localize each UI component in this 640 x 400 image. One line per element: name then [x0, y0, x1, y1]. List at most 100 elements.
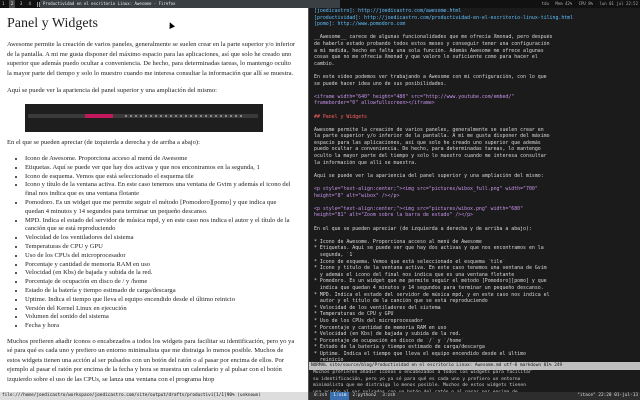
tag-3[interactable]: 3 — [18, 0, 24, 8]
editor-line[interactable]: * Porcentaje y cantidad de memoria RAM e… — [309, 325, 640, 332]
widget-clock[interactable]: lun 01 jul 22:52 — [599, 1, 638, 6]
list-item: Etiquetas. Aquí se puede ver que hay dos… — [25, 164, 296, 173]
editor-line[interactable]: frameborder="0" allowfullscreen></iframe… — [309, 100, 640, 107]
editor-line[interactable]: cosas que no me ofrecía Xmonad y que val… — [309, 54, 640, 61]
article-heading: Panel y Widgets — [7, 16, 98, 31]
browser-pane[interactable]: Panel y Widgets Awesome permite la creac… — [0, 8, 308, 392]
panel-widgets: tdu Mem 42% CPU 8% lun 01 jul 22:52 — [538, 0, 638, 8]
editor-line[interactable]: En este vídeo podemos ver trabajando a A… — [309, 74, 640, 81]
editor-line[interactable]: indica que quedan 4 minutos y 14 segundo… — [309, 285, 640, 292]
editor-line[interactable] — [309, 219, 640, 226]
tag-1[interactable]: 1 — [0, 0, 6, 8]
editor-line[interactable]: <p style="text-align:center;"><img src="… — [309, 206, 640, 213]
editor-line[interactable] — [309, 166, 640, 173]
editor-line[interactable]: [pomo]: http://www.pomodoro.com — [309, 21, 640, 28]
list-item: Icono y título de la ventana activa. En … — [25, 181, 296, 199]
editor-line[interactable]: * Porcentaje de ocupación en disco de `/… — [309, 338, 640, 345]
editor-line[interactable]: espacio para las aplicaciones, así que s… — [309, 140, 640, 147]
paragraph-panel: Aquí se puede ver la apariencia del pane… — [7, 87, 218, 94]
editor-line[interactable] — [309, 87, 640, 94]
editor-line[interactable]: * Icono de esquema. Vemos que está selec… — [309, 259, 640, 266]
editor-line[interactable] — [309, 232, 640, 239]
editor-line[interactable] — [309, 179, 640, 186]
list-item: Velocidad de los ventiladores del sistem… — [25, 234, 296, 243]
list-item: Porcentaje y cantidad de memoria RAM en … — [25, 261, 296, 270]
tag-2[interactable]: 2 — [8, 0, 16, 8]
tmux-tab[interactable]: 0:zsh — [311, 392, 330, 400]
list-item: Temperaturas de CPU y GPU — [25, 243, 296, 252]
editor-line[interactable] — [309, 199, 640, 206]
editor-line[interactable]: se puede hacer idea uno de sus posibilid… — [309, 81, 640, 88]
editor-line[interactable]: * Pomodoro. Es un widget que me permite … — [309, 278, 640, 285]
article-content: Panel y Widgets Awesome permite la creac… — [0, 8, 308, 384]
editor-line[interactable]: la información que allí se muestra. — [309, 160, 640, 167]
vim-editor-pane[interactable]: [joedicastro]: http://joedicastro.com/aw… — [309, 8, 640, 400]
list-item: Versión del Kernel Linux en ejecución — [25, 305, 296, 314]
editor-line[interactable]: * Icono de Awesome. Proporciona acceso a… — [309, 239, 640, 246]
vim-statusline: NORMAL site/source/blog/Productividad en… — [309, 362, 640, 370]
paragraph-list-intro: En el que se pueden apreciar (de izquier… — [7, 138, 200, 146]
editor-line[interactable]: height="81" alt="Zoom sobre la barra de … — [309, 212, 640, 219]
editor-line[interactable]: height="8" alt="wibox" /></p> — [309, 193, 640, 200]
browser-status-line: file:///home/joedicastro/workspace/joedi… — [0, 392, 308, 400]
editor-line[interactable]: * MPD. Indica el estado del servidor de … — [309, 292, 640, 299]
list-item: Fecha y hora — [25, 322, 296, 331]
editor-line[interactable]: En el que se pueden apreciar (de izquier… — [309, 226, 640, 233]
tag-4[interactable]: 4 — [27, 0, 33, 8]
editor-line[interactable]: la parte superior y/o inferior de la pan… — [309, 133, 640, 140]
editor-line[interactable]: * Uptime. Indica el tiempo que lleva el … — [309, 351, 640, 358]
editor-line[interactable]: Aquí se puede ver la apariencia del pane… — [309, 173, 640, 180]
list-item: Volumen del sonido del sistema — [25, 313, 296, 322]
editor-line[interactable]: __Awesome__ carece de algunas funcionali… — [309, 34, 640, 41]
editor-line[interactable]: ## Panel y Widgets — [309, 114, 640, 121]
editor-line[interactable]: de haberlo estado probando todos estos m… — [309, 41, 640, 48]
top-panel: 1 2 3 4 Productividad en el escritorio L… — [0, 0, 640, 8]
list-item: Pomodoro. Es un widget que me permite se… — [25, 199, 296, 217]
tmux-status-bar: 0:zsh 1:vim 2:python2 3:zsh "itace" 22:28 0… — [309, 392, 640, 400]
editor-line[interactable] — [309, 67, 640, 74]
editor-line[interactable] — [309, 28, 640, 35]
widget-list: Icono de Awesome. Proporciona acceso al … — [7, 155, 296, 331]
tmux-status-right: "itace" 22:28 01-jul-13 — [577, 393, 638, 398]
editor-line[interactable]: a mi medida, hecho en falta una sola fun… — [309, 48, 640, 55]
editor-line[interactable]: Awesome permite la creación de varios pa… — [309, 127, 640, 134]
editor-line[interactable]: [joedicastro]: http://joedicastro.com/aw… — [309, 8, 640, 15]
editor-line[interactable]: autor y el título de la canción que se e… — [309, 298, 640, 305]
active-window-title[interactable]: Productividad en el escritorio Linux: Aw… — [40, 0, 340, 8]
tmux-tab[interactable]: 1:vim — [330, 392, 350, 400]
editor-line[interactable]: <iframe width="640" height="480" src="ht… — [309, 94, 640, 101]
widget-memory: Mem 42% — [555, 1, 573, 6]
tmux-tab[interactable]: 3:zsh — [379, 392, 398, 400]
editor-line[interactable]: y además el icono del final nos indica q… — [309, 272, 640, 279]
editor-line[interactable]: [productividad]: http://joedicastro.com/… — [309, 15, 640, 22]
editor-line[interactable] — [309, 107, 640, 114]
editor-line[interactable]: <p style="text-align:center;"><img src="… — [309, 186, 640, 193]
editor-line[interactable]: * Velocidad de los ventiladores del sist… — [309, 305, 640, 312]
editor-line[interactable]: * Etiquetas. Aquí se puede ver que hay d… — [309, 245, 640, 252]
editor-line[interactable] — [309, 120, 640, 127]
list-item: Icono de Awesome. Proporciona acceso al … — [25, 155, 296, 164]
editor-line[interactable]: * Icono y título de la ventana activa. E… — [309, 265, 640, 272]
editor-line[interactable]: cambio. — [309, 61, 640, 68]
list-item: MPD. Indica el estado del servidor de mú… — [25, 217, 296, 235]
list-item: Uptime. Indica el tiempo que lleva el eq… — [25, 296, 296, 305]
editor-line[interactable]: * Uso de los CPUs del microprocesador — [309, 318, 640, 325]
tmux-tab[interactable]: 2:python2 — [349, 392, 379, 400]
list-item: Icono de esquema. Vemos que está selecci… — [25, 173, 296, 182]
widget-network: tdu — [541, 1, 549, 6]
tmux-window-tabs[interactable]: 0:zsh 1:vim 2:python2 3:zsh — [311, 392, 398, 400]
wibox-screenshot-image — [25, 103, 263, 132]
paragraph-widgets: Muchos prefieren añadir iconos o encabez… — [7, 337, 295, 383]
editor-line[interactable]: * Velocidad (en Kbs) de bajada y subida … — [309, 331, 640, 338]
list-item: Porcentaje de ocupación en disco de / y … — [25, 278, 296, 287]
editor-line[interactable]: segunda, `1` — [309, 252, 640, 259]
editor-line[interactable]: puedo ocultar a conveniencia. De hecho, … — [309, 146, 640, 153]
editor-line[interactable]: * Temperaturas de CPU y GPU — [309, 311, 640, 318]
editor-line[interactable]: oculto la mayor parte del tiempo y solo … — [309, 153, 640, 160]
widget-cpu: CPU 8% — [578, 1, 594, 6]
vim-lower-split[interactable]: Muchos prefieren añadir iconos o encabez… — [309, 370, 640, 392]
list-item: Estado de la batería y tiempo estimado d… — [25, 287, 296, 296]
list-item: Uso de los CPUs del microprocesador — [25, 252, 296, 261]
editor-line[interactable]: * Estado de la batería y tiempo estimado… — [309, 344, 640, 351]
paragraph-intro: Awesome permite la creación de varios pa… — [7, 41, 296, 77]
